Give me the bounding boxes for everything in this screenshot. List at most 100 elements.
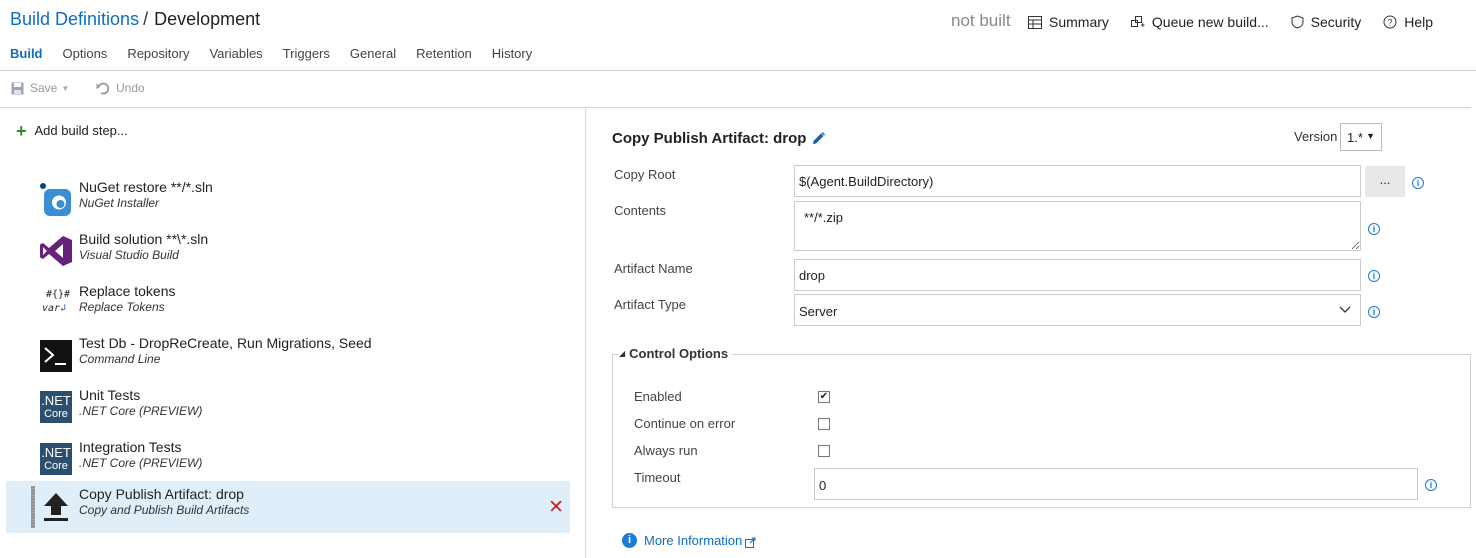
add-build-step-label: Add build step... [34, 123, 128, 138]
info-icon[interactable]: i [1425, 479, 1437, 491]
queue-new-build-label: Queue new build... [1151, 14, 1269, 30]
control-options-title: Control Options [629, 346, 729, 361]
step-subtitle: Copy and Publish Build Artifacts [79, 503, 250, 517]
step-title: Test Db - DropReCreate, Run Migrations, … [79, 335, 372, 351]
security-button[interactable]: Security [1291, 14, 1362, 30]
replace-tokens-icon: #{}# var↲ [40, 286, 72, 320]
info-circle-icon: i [622, 533, 637, 548]
step-title: Integration Tests [79, 439, 182, 455]
more-information-link[interactable]: i More Information [622, 533, 756, 548]
tab-retention[interactable]: Retention [416, 46, 472, 61]
drag-handle[interactable] [31, 486, 35, 528]
always-run-checkbox[interactable] [818, 445, 830, 457]
breadcrumb: Build Definitions / Development [10, 9, 260, 30]
step-subtitle: .NET Core (PREVIEW) [79, 456, 203, 470]
version-select[interactable]: 1.* ▼ [1340, 123, 1382, 151]
shield-icon [1291, 15, 1304, 29]
step-title: Unit Tests [79, 387, 141, 403]
header: Build Definitions / Development not built … [0, 0, 1476, 71]
upload-icon [40, 489, 72, 523]
security-label: Security [1310, 14, 1362, 30]
undo-button[interactable]: Undo [96, 81, 145, 95]
browse-button[interactable]: ... [1365, 166, 1405, 197]
tab-history[interactable]: History [492, 46, 532, 61]
table-icon [1028, 15, 1042, 29]
step-subtitle: Visual Studio Build [79, 248, 179, 262]
timeout-label: Timeout [634, 470, 681, 485]
breadcrumb-build-definitions[interactable]: Build Definitions [10, 9, 139, 29]
version-label: Version [1294, 129, 1338, 144]
info-icon[interactable]: i [1368, 306, 1380, 318]
build-step-test-db[interactable]: Test Db - DropReCreate, Run Migrations, … [6, 330, 570, 382]
tab-bar: Build Options Repository Variables Trigg… [10, 46, 552, 61]
help-button[interactable]: ? Help [1383, 14, 1433, 30]
build-step-copy-publish-artifact[interactable]: Copy Publish Artifact: drop Copy and Pub… [6, 481, 570, 533]
dotnet-core-icon: .NET Core [40, 391, 72, 423]
nuget-icon [40, 182, 72, 216]
dotnet-badge-line1: .NET [41, 393, 71, 408]
enabled-label: Enabled [634, 389, 682, 404]
copy-root-label: Copy Root [614, 167, 676, 182]
timeout-value: 0 [819, 478, 827, 493]
command-line-icon [40, 338, 72, 372]
artifact-type-value: Server [799, 304, 838, 319]
enabled-checkbox[interactable]: ✔ [818, 391, 830, 403]
build-step-integration-tests[interactable]: .NET Core Integration Tests .NET Core (P… [6, 434, 570, 486]
tab-options[interactable]: Options [63, 46, 108, 61]
save-button[interactable]: Save ▼ [11, 81, 69, 95]
header-actions: Summary Queue new build... Security ? He… [1028, 14, 1455, 30]
tab-variables[interactable]: Variables [209, 46, 262, 61]
queue-new-build-button[interactable]: Queue new build... [1130, 14, 1269, 30]
info-icon[interactable]: i [1368, 270, 1380, 282]
more-information-label: More Information [644, 533, 743, 548]
tab-triggers[interactable]: Triggers [283, 46, 330, 61]
collapse-triangle-icon: ◢ [619, 349, 626, 358]
replace-tokens-badge-line1: #{}# [46, 289, 71, 300]
dotnet-badge-line1: .NET [41, 445, 71, 460]
info-icon[interactable]: i [1412, 177, 1424, 189]
add-build-step-button[interactable]: + Add build step... [16, 122, 128, 140]
build-steps-pane: + Add build step... NuGet restore **/*.s… [0, 108, 586, 558]
summary-label: Summary [1049, 14, 1109, 30]
build-step-unit-tests[interactable]: .NET Core Unit Tests .NET Core (PREVIEW) [6, 382, 570, 434]
dotnet-core-icon: .NET Core [40, 443, 72, 475]
visual-studio-icon [40, 234, 72, 268]
tab-repository[interactable]: Repository [127, 46, 189, 61]
help-icon: ? [1383, 15, 1397, 29]
artifact-type-label: Artifact Type [614, 297, 687, 312]
external-link-icon [745, 537, 756, 548]
save-dropdown-icon[interactable]: ▼ [61, 84, 69, 93]
chevron-down-icon [1339, 306, 1351, 313]
info-icon[interactable]: i [1368, 223, 1380, 235]
replace-tokens-badge-line2: var↲ [42, 303, 67, 314]
build-step-build-solution[interactable]: Build solution **\*.sln Visual Studio Bu… [6, 226, 570, 278]
copy-root-input[interactable] [794, 165, 1361, 197]
control-options-toggle[interactable]: ◢ Control Options [619, 346, 733, 361]
build-status: not built [951, 11, 1011, 30]
timeout-input[interactable]: 0 [814, 468, 1418, 500]
help-label: Help [1404, 14, 1434, 30]
undo-label: Undo [116, 81, 145, 95]
step-subtitle: NuGet Installer [79, 196, 160, 210]
artifact-name-input[interactable] [794, 259, 1361, 291]
continue-on-error-label: Continue on error [634, 416, 736, 431]
dropdown-arrow-icon: ▼ [1366, 131, 1375, 141]
dotnet-badge-line2: Core [44, 408, 68, 420]
artifact-type-select[interactable]: Server [794, 294, 1361, 326]
continue-on-error-checkbox[interactable] [818, 418, 830, 430]
tab-build[interactable]: Build [10, 46, 43, 61]
breadcrumb-separator: / [143, 9, 149, 29]
contents-textarea[interactable]: **/*.zip [794, 201, 1361, 251]
build-step-replace-tokens[interactable]: #{}# var↲ Replace tokens Replace Tokens [6, 278, 570, 330]
queue-icon [1130, 16, 1145, 27]
step-details-title: Copy Publish Artifact: drop [612, 130, 826, 147]
summary-button[interactable]: Summary [1028, 14, 1109, 30]
pencil-icon[interactable] [812, 132, 826, 145]
delete-step-icon[interactable]: ✕ [548, 496, 564, 519]
step-title: Build solution **\*.sln [79, 231, 209, 247]
tab-general[interactable]: General [350, 46, 396, 61]
step-title: Replace tokens [79, 283, 176, 299]
toolbar: Save ▼ Undo [0, 71, 1471, 108]
step-subtitle: Command Line [79, 352, 161, 366]
build-step-nuget-restore[interactable]: NuGet restore **/*.sln NuGet Installer [6, 174, 570, 226]
